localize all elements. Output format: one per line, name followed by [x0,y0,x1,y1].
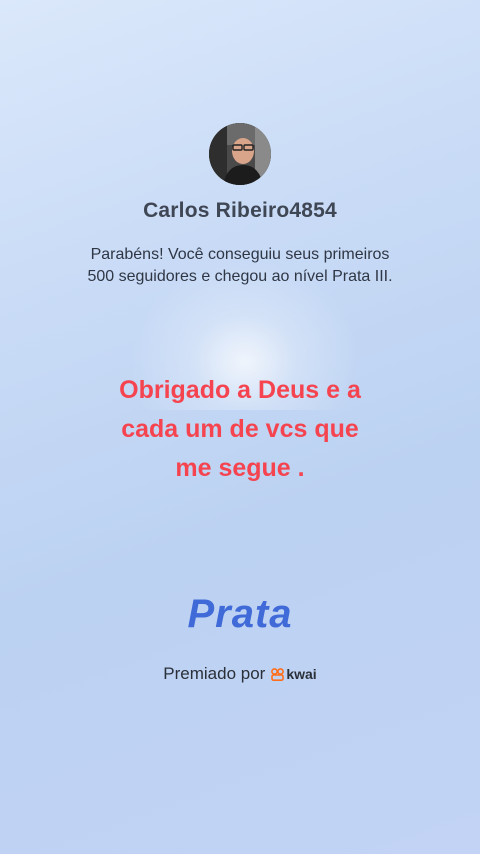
awarded-label: Premiado por [163,664,266,683]
avatar-photo [209,123,271,185]
awarded-by: Premiado por kwai [0,664,480,684]
message-line: 500 seguidores e chegou ao nível Prata I… [87,268,393,285]
kwai-logo: kwai [271,666,317,682]
username: Carlos Ribeiro4854 [143,199,337,222]
user-caption: Obrigado a Deus e a cada um de vcs que m… [60,371,420,488]
avatar[interactable] [209,123,271,185]
kwai-icon [271,667,285,681]
caption-line: me segue . [175,454,305,482]
achievement-message: Parabéns! Você conseguiu seus primeiros … [50,244,430,288]
kwai-brand: kwai [286,666,317,682]
level-title: Prata [187,592,293,636]
caption-line: Obrigado a Deus e a [119,376,361,404]
message-line: Parabéns! Você conseguiu seus primeiros [90,246,390,263]
caption-line: cada um de vcs que [121,415,359,443]
